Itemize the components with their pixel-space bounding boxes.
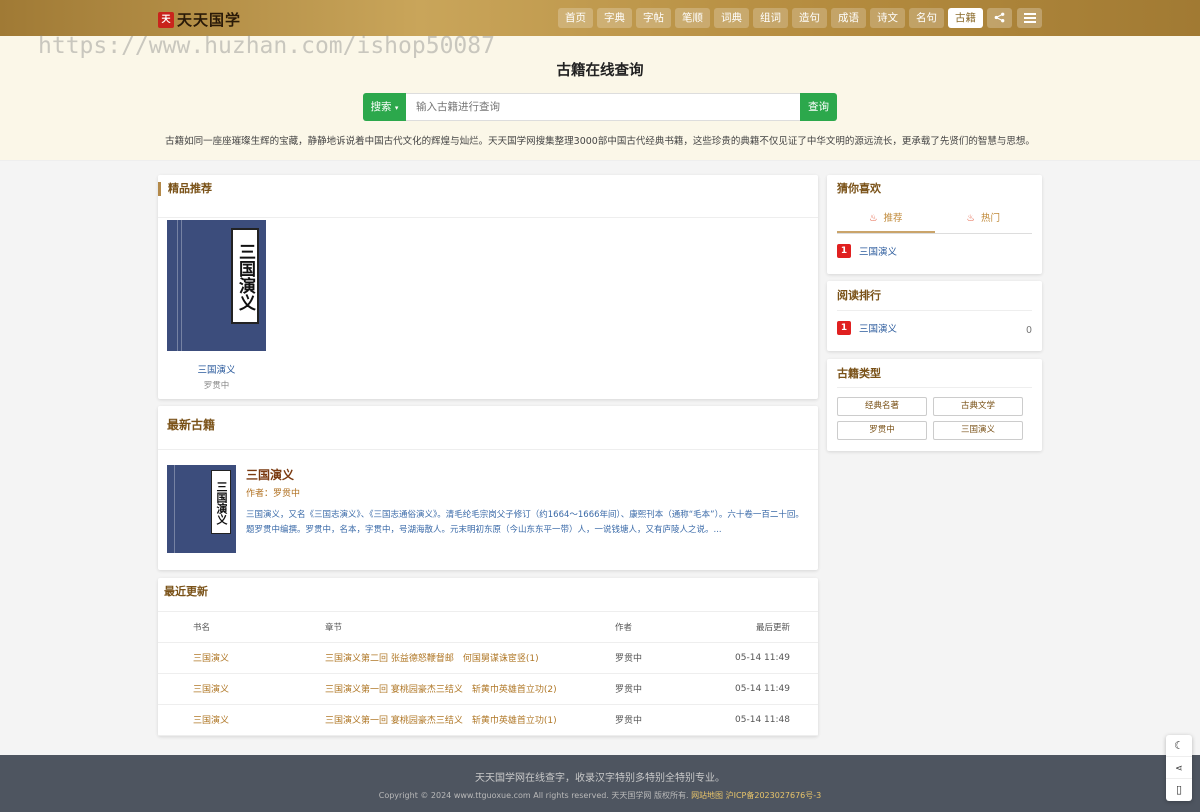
updates-card: 最近更新 书名 章节 作者 最后更新 三国演义 三国演义第二回 张益德怒鞭督邮 … bbox=[158, 578, 818, 736]
col-updated: 最后更新 bbox=[695, 612, 818, 643]
search-button[interactable]: 查询 bbox=[800, 93, 837, 121]
row-chapter[interactable]: 三国演义第一回 宴桃园豪杰三结义 斩黄巾英雄首立功(1) bbox=[325, 704, 615, 736]
row-author: 罗贯中 bbox=[615, 642, 695, 674]
row-author: 罗贯中 bbox=[615, 673, 695, 705]
ranking-item-count: 0 bbox=[1025, 325, 1032, 336]
col-author: 作者 bbox=[615, 612, 695, 643]
nav-dictionary[interactable]: 字典 bbox=[597, 8, 632, 28]
updates-table: 书名 章节 作者 最后更新 三国演义 三国演义第二回 张益德怒鞭督邮 何国舅谋诛… bbox=[158, 612, 818, 736]
icp-link[interactable]: 沪ICP备2023027676号-3 bbox=[726, 791, 822, 800]
ranking-card: 阅读排行 1 三国演义 0 bbox=[827, 281, 1042, 351]
row-book[interactable]: 三国演义 bbox=[158, 704, 325, 736]
search-type-dropdown[interactable]: 搜索 ▾ bbox=[363, 93, 406, 121]
guess-title: 猜你喜欢 bbox=[837, 182, 881, 195]
row-chapter[interactable]: 三国演义第二回 张益德怒鞭督邮 何国舅谋诛宦竖(1) bbox=[325, 642, 615, 674]
guess-item-name: 三国演义 bbox=[859, 247, 898, 258]
sitemap-link[interactable]: 网站地图 bbox=[691, 791, 723, 800]
row-book[interactable]: 三国演义 bbox=[158, 673, 325, 705]
nav-idiom[interactable]: 成语 bbox=[831, 8, 866, 28]
latest-book-desc: 三国演义，又名《三国志演义》、《三国志通俗演义》。清毛纶毛宗岗父子修订（约166… bbox=[246, 510, 817, 535]
types-tags: 经典名著 古典文学 罗贯中 三国演义 bbox=[827, 388, 1042, 449]
menu-icon bbox=[1023, 13, 1036, 23]
float-share-button[interactable]: ⋖ bbox=[1166, 757, 1192, 779]
nav-stroke-order[interactable]: 笔顺 bbox=[675, 8, 710, 28]
hero-description: 古籍如同一座座璀璨生辉的宝藏，静静地诉说着中国古代文化的辉煌与灿烂。天天国学网搜… bbox=[165, 136, 1035, 147]
guess-card: 猜你喜欢 ♨ 推荐 ♨ 热门 1 三国演义 bbox=[827, 175, 1042, 274]
search-bar: 搜索 ▾ 查询 bbox=[363, 93, 837, 121]
list-item[interactable]: 1 三国演义 0 bbox=[827, 317, 1042, 339]
table-row: 三国演义 三国演义第一回 宴桃园豪杰三结义 斩黄巾英雄首立功(1) 罗贯中 05… bbox=[158, 704, 818, 736]
watermark: https://www.huzhan.com/ishop50087 bbox=[38, 33, 495, 59]
row-time: 05-14 11:48 bbox=[695, 704, 818, 736]
caret-down-icon: ▾ bbox=[394, 104, 399, 112]
nav-sentence[interactable]: 造句 bbox=[792, 8, 827, 28]
tag-luo-guanzhong[interactable]: 罗贯中 bbox=[837, 421, 927, 440]
tag-classics[interactable]: 经典名著 bbox=[837, 397, 927, 416]
row-book[interactable]: 三国演义 bbox=[158, 642, 325, 674]
nav-poetry[interactable]: 诗文 bbox=[870, 8, 905, 28]
share-icon bbox=[994, 12, 1005, 23]
guess-tabs: ♨ 推荐 ♨ 热门 bbox=[837, 204, 1032, 234]
col-book: 书名 bbox=[158, 612, 325, 643]
logo-text: 天天国学 bbox=[177, 11, 242, 29]
nav-word-dictionary[interactable]: 词典 bbox=[714, 8, 749, 28]
latest-title: 最新古籍 bbox=[158, 406, 818, 450]
ranking-title: 阅读排行 bbox=[837, 281, 1032, 311]
nav-word-group[interactable]: 组词 bbox=[753, 8, 788, 28]
mobile-button[interactable]: ▯ bbox=[1166, 779, 1192, 801]
types-card: 古籍类型 经典名著 古典文学 罗贯中 三国演义 bbox=[827, 359, 1042, 451]
row-time: 05-14 11:49 bbox=[695, 673, 818, 705]
nav-ancient-books[interactable]: 古籍 bbox=[948, 8, 983, 28]
featured-cover-label: 三国演义 bbox=[231, 228, 259, 324]
updates-header-row: 书名 章节 作者 最后更新 bbox=[158, 612, 818, 643]
fire-icon: ♨ bbox=[868, 213, 878, 224]
search-type-label: 搜索 bbox=[370, 101, 392, 113]
fire-icon: ♨ bbox=[966, 213, 975, 224]
nav-quotes[interactable]: 名句 bbox=[909, 8, 944, 28]
tag-classical-literature[interactable]: 古典文学 bbox=[933, 397, 1023, 416]
mobile-icon: ▯ bbox=[1175, 783, 1183, 796]
latest-book-name[interactable]: 三国演义 bbox=[246, 466, 294, 483]
col-chapter: 章节 bbox=[325, 612, 615, 643]
site-logo[interactable]: 天 天天国学 bbox=[158, 9, 241, 30]
top-header: 天 天天国学 首页 字典 字帖 笔顺 词典 组词 造句 成语 诗文 名句 古籍 bbox=[0, 0, 1200, 36]
nav-calligraphy[interactable]: 字帖 bbox=[636, 8, 671, 28]
rank-badge: 1 bbox=[837, 321, 851, 335]
moon-icon: ☾ bbox=[1174, 739, 1184, 752]
floating-tools: ☾ ⋖ ▯ bbox=[1166, 735, 1192, 801]
table-row: 三国演义 三国演义第一回 宴桃园豪杰三结义 斩黄巾英雄首立功(2) 罗贯中 05… bbox=[158, 673, 818, 705]
latest-book-author: 作者：罗贯中 bbox=[246, 489, 301, 499]
footer-slogan: 天天国学网在线查字，收录汉字特别多特别全特别专业。 bbox=[475, 773, 725, 784]
dark-mode-button[interactable]: ☾ bbox=[1166, 735, 1192, 757]
row-author: 罗贯中 bbox=[615, 704, 695, 736]
list-item[interactable]: 1 三国演义 bbox=[827, 240, 1042, 262]
types-title: 古籍类型 bbox=[837, 359, 1032, 388]
ranking-item-name: 三国演义 bbox=[859, 324, 898, 335]
search-input[interactable] bbox=[406, 93, 800, 121]
tag-three-kingdoms[interactable]: 三国演义 bbox=[933, 421, 1023, 440]
menu-button[interactable] bbox=[1017, 8, 1042, 28]
latest-book-cover[interactable]: 三国演义 bbox=[167, 465, 236, 553]
footer-copyright: Copyright © 2024 www.ttguoxue.com All ri… bbox=[378, 791, 822, 800]
updates-title: 最近更新 bbox=[158, 578, 818, 612]
featured-book-author: 罗贯中 bbox=[203, 381, 230, 391]
footer: 天天国学网在线查字，收录汉字特别多特别全特别专业。 Copyright © 20… bbox=[0, 755, 1200, 812]
row-chapter[interactable]: 三国演义第一回 宴桃园豪杰三结义 斩黄巾英雄首立功(2) bbox=[325, 673, 615, 705]
featured-title: 精品推荐 bbox=[158, 182, 818, 196]
rank-badge: 1 bbox=[837, 244, 851, 258]
tab-recommend[interactable]: ♨ 推荐 bbox=[837, 204, 935, 233]
table-row: 三国演义 三国演义第二回 张益德怒鞭督邮 何国舅谋诛宦竖(1) 罗贯中 05-1… bbox=[158, 642, 818, 674]
logo-mark: 天 bbox=[158, 11, 174, 28]
featured-book-cover[interactable]: 三国演义 bbox=[167, 220, 266, 351]
share-button[interactable] bbox=[987, 8, 1012, 28]
nav-home[interactable]: 首页 bbox=[558, 8, 593, 28]
share-icon: ⋖ bbox=[1175, 764, 1183, 774]
featured-book-name[interactable]: 三国演义 bbox=[167, 362, 266, 376]
latest-cover-label: 三国演义 bbox=[211, 470, 231, 534]
row-time: 05-14 11:49 bbox=[695, 642, 818, 674]
tab-hot[interactable]: ♨ 热门 bbox=[935, 204, 1033, 233]
main-nav: 首页 字典 字帖 笔顺 词典 组词 造句 成语 诗文 名句 古籍 bbox=[558, 8, 983, 28]
